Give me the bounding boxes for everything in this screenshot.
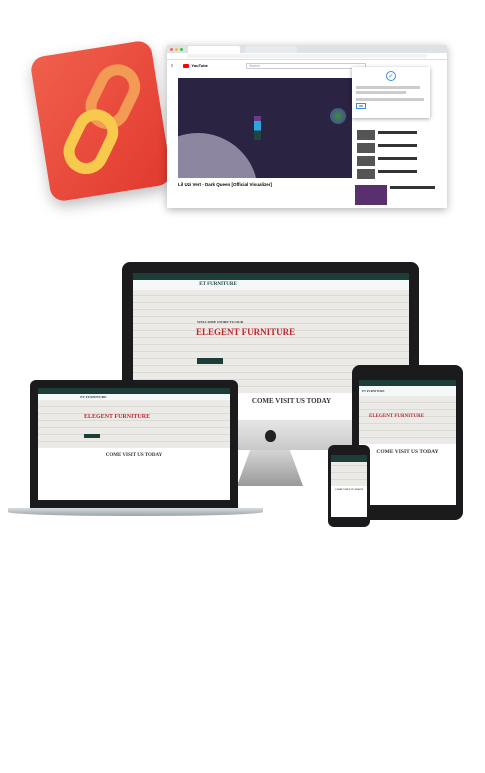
- ok-button[interactable]: OK: [356, 103, 367, 109]
- video-title: Lil Uzi Vert - Dark Queen [Official Visu…: [178, 182, 272, 187]
- browser-tab[interactable]: [245, 45, 297, 53]
- hero-headline: ELEGENT FURNITURE: [196, 326, 296, 337]
- browser-tab[interactable]: [188, 45, 240, 53]
- menu-icon[interactable]: ≡: [171, 63, 173, 68]
- shop-now-button[interactable]: [197, 357, 223, 364]
- hero-headline: ELEGENT FURNITURE: [84, 414, 151, 421]
- section-title: COME VISIT US TODAY: [251, 397, 332, 405]
- shop-now-button[interactable]: [84, 434, 100, 439]
- website-phone: COME VISIT US TODAY: [331, 455, 367, 517]
- site-logo[interactable]: ET FURNITURE: [80, 395, 106, 399]
- hero-headline: ELEGENT FURNITURE: [369, 414, 425, 420]
- monitor-stand: [237, 450, 303, 486]
- section-title: COME VISIT US TODAY: [376, 448, 439, 455]
- search-input[interactable]: Search: [245, 62, 366, 69]
- extension-popup: ✓ OK: [352, 67, 430, 118]
- website-section: COME VISIT US TODAY: [231, 393, 352, 420]
- section-title: COME VISIT US TODAY: [334, 487, 364, 491]
- website-laptop: ET FURNITURE ELEGENT FURNITURE COME VISI…: [38, 388, 230, 500]
- tab-bar: [167, 45, 447, 53]
- site-logo[interactable]: ET FURNITURE: [199, 282, 237, 287]
- youtube-logo[interactable]: YouTube: [183, 63, 208, 68]
- apple-logo-icon: [265, 430, 276, 442]
- browser-window: ≡ YouTube Search Lil Uzi Vert - Dark Que…: [167, 45, 447, 208]
- app-icon: [29, 39, 173, 203]
- website-tablet: ET FURNITURE ELEGENT FURNITURE COME VISI…: [359, 380, 456, 505]
- section-title: COME VISIT US TODAY: [105, 453, 163, 459]
- site-logo[interactable]: ET FURNITURE: [362, 389, 385, 393]
- welcome-text: WELCOME STORE TO OUR: [197, 319, 244, 324]
- video-player[interactable]: [178, 78, 352, 178]
- address-bar[interactable]: [167, 53, 447, 60]
- check-icon: ✓: [386, 71, 396, 81]
- laptop-base: [8, 508, 263, 516]
- chain-link-icon: [63, 64, 141, 175]
